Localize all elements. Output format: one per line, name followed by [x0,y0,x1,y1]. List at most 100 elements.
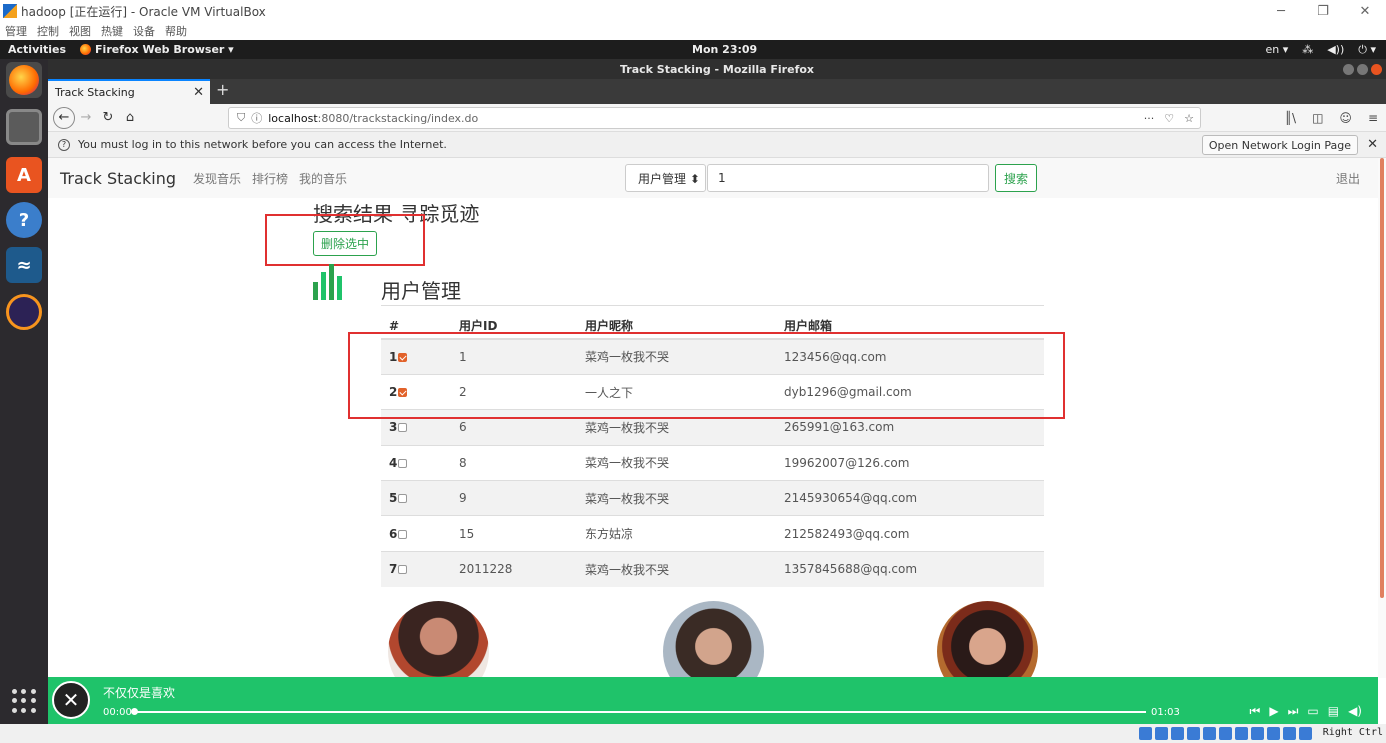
keyboard-icon[interactable] [1299,727,1312,740]
current-time: 00:00 [103,707,132,718]
menu-help[interactable]: 帮助 [165,23,187,39]
dock-firefox-icon[interactable] [6,62,42,98]
library-icon[interactable]: ║\ [1285,111,1296,125]
tracking-shield-icon[interactable]: ⛉ [237,111,245,125]
pocket-icon[interactable]: ♡ [1164,112,1174,125]
nav-charts[interactable]: 排行榜 [252,170,288,187]
home-icon[interactable]: ⌂ [119,107,141,129]
recording-icon[interactable] [1251,727,1264,740]
reload-icon[interactable]: ↻ [97,107,119,129]
dock-software-icon[interactable]: A [6,157,42,193]
url-bar[interactable]: ⛉ ⓘ localhost :8080/trackstacking/index.… [228,107,1201,129]
nav-my-music[interactable]: 我的音乐 [299,170,347,187]
logout-link[interactable]: 退出 [1336,170,1360,187]
page-actions-icon[interactable]: ··· [1144,112,1155,125]
row-checkbox[interactable] [398,494,408,504]
tab-close-icon[interactable]: ✕ [193,85,204,100]
url-path: :8080/trackstacking/index.do [317,111,479,125]
ff-close-icon[interactable] [1371,63,1382,75]
network-icon[interactable]: ⁂ [1302,43,1313,57]
usb-icon[interactable] [1203,727,1216,740]
new-tab-icon[interactable]: + [216,80,229,99]
menu-manage[interactable]: 管理 [5,23,27,39]
audio-icon[interactable] [1171,727,1184,740]
shared-folder-icon[interactable] [1219,727,1232,740]
dock-eclipse-icon[interactable] [6,294,42,330]
forward-icon[interactable]: → [75,107,97,129]
menu-icon[interactable]: ≡ [1368,111,1378,125]
tab-track-stacking[interactable]: Track Stacking ✕ [48,79,210,104]
player-close-icon[interactable]: ✕ [52,681,90,719]
section-divider [381,305,1044,306]
ff-maximize-icon[interactable] [1357,63,1368,75]
hdd-icon[interactable] [1139,727,1152,740]
page-scrollbar[interactable] [1378,158,1386,678]
show-applications-icon[interactable] [12,689,36,713]
menu-devices[interactable]: 设备 [133,23,155,39]
dock-files-icon[interactable] [6,109,42,145]
cpu-icon[interactable] [1267,727,1280,740]
notice-text: You must log in to this network before y… [78,138,447,151]
close-icon[interactable]: ✕ [1344,0,1386,22]
mouse-icon[interactable] [1283,727,1296,740]
menu-control[interactable]: 控制 [37,23,59,39]
nav-discover[interactable]: 发现音乐 [193,170,241,187]
site-brand[interactable]: Track Stacking [60,169,176,188]
sidebar-icon[interactable]: ◫ [1312,111,1323,125]
table-row: 5 9 菜鸡一枚我不哭 2145930654@qq.com [381,480,1044,516]
power-icon[interactable]: ⏻ ▾ [1358,43,1376,57]
playlist-icon[interactable]: ▤ [1328,704,1339,719]
progress-knob[interactable] [131,708,138,715]
app-menu-label: Firefox Web Browser ▾ [95,43,234,56]
back-icon[interactable]: ← [53,106,75,129]
row-checkbox[interactable] [398,529,408,539]
table-row: 7 2011228 菜鸡一枚我不哭 1357845688@qq.com [381,550,1044,587]
captive-portal-notice: ? You must log in to this network before… [48,132,1386,158]
clock[interactable]: Mon 23:09 [692,43,757,56]
ubuntu-dock: A ? ≈ [0,59,48,743]
window-title: hadoop [正在运行] - Oracle VM VirtualBox [21,4,266,19]
firefox-icon [80,44,92,55]
activities-button[interactable]: Activities [8,43,66,56]
highlight-box-rows [348,332,1065,419]
network-status-icon[interactable] [1187,727,1200,740]
virtualbox-titlebar: hadoop [正在运行] - Oracle VM VirtualBox ─ ❐… [0,0,1386,22]
dock-help-icon[interactable]: ? [6,202,42,238]
nickname-cell: 菜鸡一枚我不哭 [577,550,776,587]
search-button[interactable]: 搜索 [995,164,1037,192]
duration: 01:03 [1151,707,1180,718]
volume-icon[interactable]: ◀)) [1327,43,1344,57]
minimize-icon[interactable]: ─ [1260,0,1302,22]
menu-hotkey[interactable]: 热键 [101,23,123,39]
notice-close-icon[interactable]: ✕ [1367,137,1378,152]
account-icon[interactable]: ☺ [1339,111,1352,125]
row-checkbox[interactable] [398,423,408,433]
app-menu[interactable]: Firefox Web Browser ▾ [80,43,234,56]
site-navbar: Track Stacking 发现音乐 排行榜 我的音乐 用户管理 ⬍ 1 搜索… [48,158,1378,198]
ff-minimize-icon[interactable] [1343,63,1354,75]
play-icon[interactable]: ▶ [1269,704,1278,719]
bookmark-star-icon[interactable]: ☆ [1184,112,1194,125]
progress-track[interactable] [133,711,1146,713]
row-checkbox[interactable] [398,458,408,468]
menu-view[interactable]: 视图 [69,23,91,39]
search-input[interactable]: 1 [707,164,989,192]
optical-icon[interactable] [1155,727,1168,740]
open-login-page-button[interactable]: Open Network Login Page [1201,135,1358,155]
loop-icon[interactable]: ▭ [1307,704,1318,719]
language-indicator[interactable]: en ▾ [1265,43,1288,57]
volume-icon-player[interactable]: ◀) [1348,704,1362,719]
dock-mysql-workbench-icon[interactable]: ≈ [6,247,42,283]
next-icon[interactable]: ⏭ [1288,704,1299,719]
site-info-icon[interactable]: ⓘ [251,110,262,126]
maximize-icon[interactable]: ❐ [1302,0,1344,22]
display-icon[interactable] [1235,727,1248,740]
previous-icon[interactable]: ⏮ [1250,704,1261,719]
row-checkbox[interactable] [398,565,408,575]
row-number-cell: 7 [381,550,451,587]
row-number: 4 [389,455,398,470]
url-host: localhost [268,111,318,125]
table-row: 4 8 菜鸡一枚我不哭 19962007@126.com [381,444,1044,481]
search-category-select[interactable]: 用户管理 ⬍ [625,164,706,192]
virtualbox-menubar: 管理 控制 视图 热键 设备 帮助 [0,22,1386,40]
